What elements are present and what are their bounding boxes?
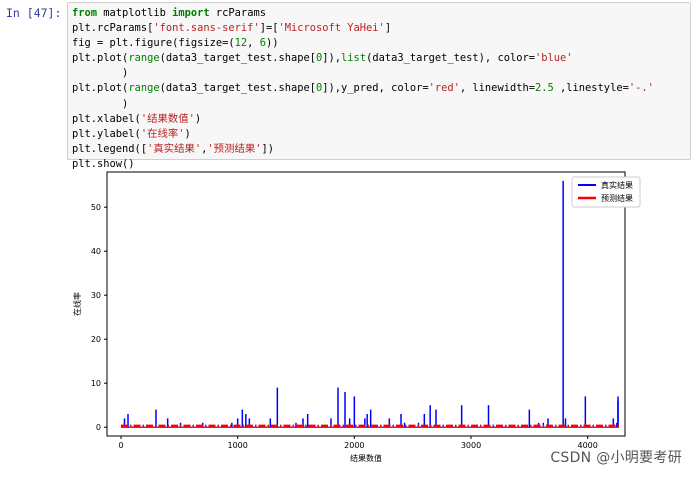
code-token: from [72,7,98,19]
code-token: 2.5 [534,82,554,95]
code-line: plt.xlabel('结果数值') [72,113,201,125]
code-token: '真实结果' [147,142,202,155]
code-token: plt.rcParams[ [72,22,154,35]
code-token: 'Microsoft YaHei' [278,22,385,35]
y-tick-label: 10 [91,379,101,388]
code-token: (data3_target_test), color= [366,52,535,65]
code-token: 'red' [428,82,460,95]
code-token: '结果数值' [140,112,195,125]
code-token: ]) [261,142,275,155]
code-token: plt.legend([ [72,142,148,155]
code-token: fig = plt.figure(figsize=( [72,37,235,50]
code-line: fig = plt.figure(figsize=(12, 6)) [72,37,278,49]
code-token: 12 [234,37,248,50]
y-tick-label: 0 [96,423,101,432]
code-token: range [128,82,160,95]
code-token: )) [265,37,279,50]
code-token: rcParams [209,7,266,19]
cell-prompt: In [47]: [6,6,62,20]
code-token: ,linestyle= [553,82,629,95]
y-tick-label: 40 [91,247,101,256]
code-token: '在线率' [140,127,185,140]
code-token: list [341,52,367,65]
code-line: plt.legend(['真实结果','预测结果']) [72,143,274,155]
code-token: plt.plot( [72,82,129,95]
y-axis-label: 在线率 [72,292,82,316]
code-token: range [128,52,160,65]
legend-label-pred: 预测结果 [601,193,633,203]
code-token: 'font.sans-serif' [153,22,260,35]
code-line: plt.plot(range(data3_target_test.shape[0… [72,82,654,94]
x-axis-label: 结果数值 [350,453,382,463]
y-tick-label: 50 [91,203,101,212]
code-token: '预测结果' [207,142,262,155]
x-tick-label: 2000 [344,441,364,450]
code-token: plt.ylabel( [72,127,141,140]
code-token: import [172,7,210,19]
code-token: plt.xlabel( [72,112,141,125]
code-token: (data3_target_test.shape[ [159,52,316,65]
code-token: '-.' [628,82,654,95]
x-tick-label: 1000 [227,441,247,450]
code-token: matplotlib [97,7,173,19]
y-tick-label: 20 [91,335,101,344]
legend: 真实结果 预测结果 [571,176,641,208]
code-token: ) [194,112,202,125]
code-token: ]), [322,52,342,65]
cell-output: 0 1000 2000 3000 4000 0 10 20 30 40 50 结果数值 在线率 真实… [67,163,692,473]
x-tick-label: 3000 [461,441,481,450]
y-tick-label: 30 [91,291,101,300]
code-token: ) [72,67,129,80]
code-editor[interactable]: from matplotlib import rcParams plt.rcPa… [72,6,654,172]
code-token: , [247,37,260,50]
code-cell[interactable]: from matplotlib import rcParams plt.rcPa… [67,2,691,170]
plot-frame [106,171,626,437]
code-line: plt.ylabel('在线率') [72,128,191,140]
code-line: from matplotlib import rcParams [72,7,266,19]
code-token: (data3_target_test.shape[ [159,82,316,95]
code-token: ] [384,22,392,35]
code-line: plt.rcParams['font.sans-serif']=['Micros… [72,22,391,34]
code-token: ) [72,97,129,110]
legend-label-real: 真实结果 [601,180,633,190]
code-token: ]=[ [259,22,279,35]
watermark: CSDN @小明要考研 [550,450,682,466]
code-line: ) [72,67,128,79]
code-token: ) [184,127,191,140]
code-token: 'blue' [534,52,573,65]
code-token: ]),y_pred, color= [322,82,429,95]
code-token: plt.plot( [72,52,129,65]
code-line: ) [72,98,128,110]
x-tick-label: 0 [118,441,123,450]
code-line: plt.plot(range(data3_target_test.shape[0… [72,52,573,64]
chart: 0 1000 2000 3000 400001020304050 结果数值 在线率 真实… [72,171,641,463]
code-token: , linewidth= [459,82,535,95]
